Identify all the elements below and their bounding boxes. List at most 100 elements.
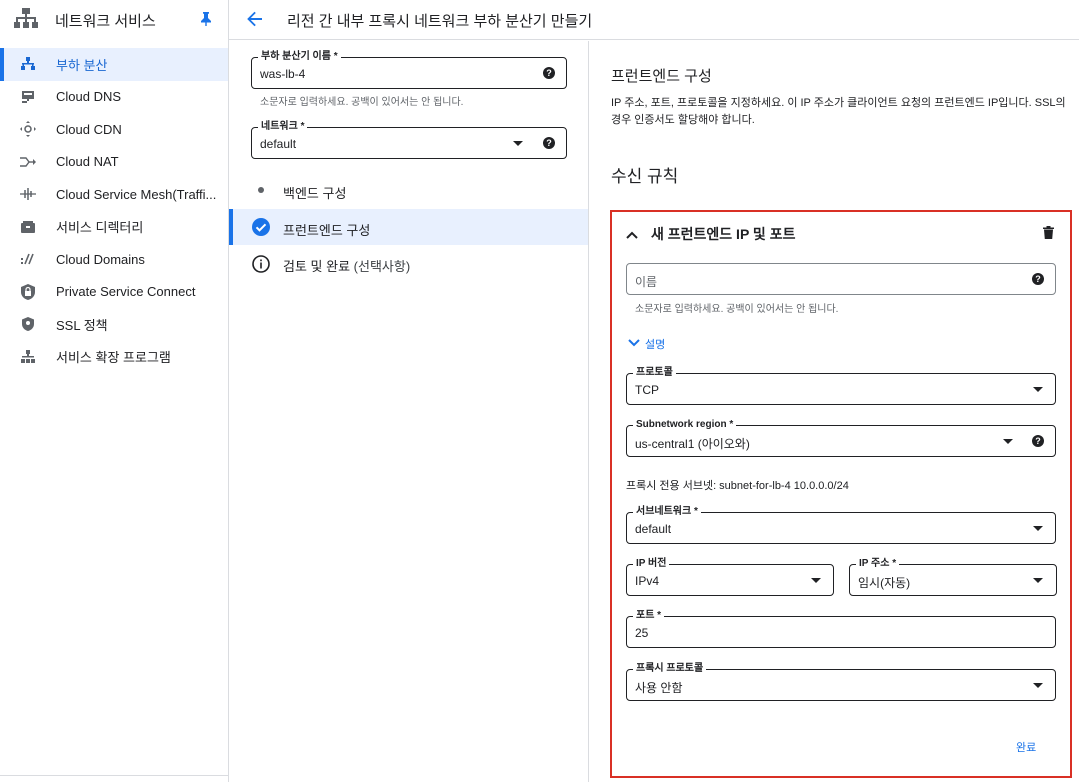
proxy-protocol-label: 프록시 프로토콜 xyxy=(633,663,707,675)
lb-name-label: 부하 분산기 이름 * xyxy=(258,51,341,63)
ip-address-label: IP 주소 * xyxy=(856,558,900,570)
check-circle-icon xyxy=(252,218,270,239)
step-label-suffix: (선택사항) xyxy=(353,259,411,274)
network-services-icon xyxy=(14,7,38,33)
subnetwork-select[interactable]: 서브네트워크 * default xyxy=(626,506,1056,544)
chevron-up-icon[interactable] xyxy=(626,227,638,242)
sidebar-item-service-extensions[interactable]: 서비스 확장 프로그램 xyxy=(0,341,228,374)
step-backend-config[interactable]: 백엔드 구성 xyxy=(229,172,588,208)
sidebar-item-ssl-policy[interactable]: SSL 정책 xyxy=(0,308,228,341)
sidebar-item-label: Cloud Domains xyxy=(56,251,145,267)
proxy-protocol-value: 사용 안함 xyxy=(635,681,683,695)
sidebar-item-service-directory[interactable]: 서비스 디렉터리 xyxy=(0,211,228,244)
info-icon xyxy=(252,255,270,276)
dropdown-caret-icon xyxy=(811,578,821,583)
service-mesh-icon xyxy=(20,186,36,202)
sidebar-item-label: 부하 분산 xyxy=(56,57,108,73)
help-icon[interactable]: ? xyxy=(543,67,555,79)
sidebar-item-service-mesh[interactable]: Cloud Service Mesh(Traffi... xyxy=(0,178,228,211)
ip-version-label: IP 버전 xyxy=(633,558,670,570)
dropdown-caret-icon xyxy=(1033,578,1043,583)
page-header: 리전 간 내부 프록시 네트워크 부하 분산기 만들기 xyxy=(229,0,1079,40)
step-label-main: 검토 및 완료 xyxy=(283,259,351,274)
sidebar-item-label: Cloud Service Mesh(Traffi... xyxy=(56,186,216,202)
region-label: Subnetwork region * xyxy=(633,419,737,431)
ip-version-value: IPv4 xyxy=(635,574,660,588)
frontend-name-hint: 소문자로 입력하세요. 공백이 있어서는 안 됩니다. xyxy=(635,304,839,315)
card-header[interactable]: 새 프런트엔드 IP 및 포트 xyxy=(626,224,795,244)
step-frontend-config[interactable]: 프런트엔드 구성 xyxy=(229,209,588,245)
help-icon[interactable]: ? xyxy=(1032,435,1044,447)
description-toggle[interactable]: 설명 xyxy=(628,336,665,352)
sidebar-item-cloud-dns[interactable]: Cloud DNS xyxy=(0,81,228,114)
dropdown-caret-icon xyxy=(1033,683,1043,688)
service-directory-icon xyxy=(20,219,36,235)
new-frontend-ip-port-card: 새 프런트엔드 IP 및 포트 이름 ? 소문자로 입력하세요. 공백이 있어서… xyxy=(610,210,1072,778)
lb-name-input[interactable]: 부하 분산기 이름 * was-lb-4 ? xyxy=(251,51,567,89)
config-steps-column: 부하 분산기 이름 * was-lb-4 ? 소문자로 입력하세요. 공백이 있… xyxy=(229,41,589,782)
sidebar-item-label: Private Service Connect xyxy=(56,284,196,300)
sidebar: 네트워크 서비스 부하 분산 Cloud DNS Cloud CDN Cloud… xyxy=(0,0,229,782)
ip-address-value: 임시(자동) xyxy=(858,576,911,590)
chevron-down-icon xyxy=(628,338,640,350)
dropdown-caret-icon xyxy=(1033,526,1043,531)
frontend-config-title: 프런트엔드 구성 xyxy=(611,68,712,85)
sidebar-item-label: Cloud NAT xyxy=(56,154,119,170)
load-balancing-icon xyxy=(20,56,36,72)
port-label: 포트 * xyxy=(633,610,665,622)
step-label: 백엔드 구성 xyxy=(283,186,347,201)
network-select[interactable]: 네트워크 * default ? xyxy=(251,121,567,159)
help-icon[interactable]: ? xyxy=(543,137,555,149)
dropdown-caret-icon xyxy=(513,141,523,146)
subnetwork-region-select[interactable]: Subnetwork region * us-central1 (아이오와) ? xyxy=(626,419,1056,457)
frontend-name-placeholder: 이름 xyxy=(635,275,658,289)
private-service-connect-icon xyxy=(20,283,36,300)
protocol-value: TCP xyxy=(635,383,659,397)
sidebar-item-cloud-domains[interactable]: Cloud Domains xyxy=(0,243,228,276)
sidebar-item-cloud-cdn[interactable]: Cloud CDN xyxy=(0,113,228,146)
step-review-finish[interactable]: 검토 및 완료 (선택사항) xyxy=(229,245,588,281)
sidebar-header: 네트워크 서비스 xyxy=(0,0,228,40)
help-icon[interactable]: ? xyxy=(1032,273,1044,285)
protocol-label: 프로토콜 xyxy=(633,367,676,379)
step-label: 검토 및 완료 (선택사항) xyxy=(283,256,410,275)
network-value: default xyxy=(260,137,297,151)
sidebar-item-label: SSL 정책 xyxy=(56,317,108,333)
network-label: 네트워크 * xyxy=(258,121,308,133)
sidebar-item-label: Cloud DNS xyxy=(56,89,122,105)
region-value: us-central1 (아이오와) xyxy=(635,437,750,451)
dropdown-caret-icon xyxy=(1033,387,1043,392)
frontend-config-description: IP 주소, 포트, 프로토콜을 지정하세요. 이 IP 주소가 클라이언트 요… xyxy=(611,97,1066,126)
page-title: 리전 간 내부 프록시 네트워크 부하 분산기 만들기 xyxy=(287,13,593,30)
bullet-icon xyxy=(258,187,264,193)
ip-address-select[interactable]: IP 주소 * 임시(자동) xyxy=(849,558,1057,596)
card-title: 새 프런트엔드 IP 및 포트 xyxy=(651,226,796,242)
cloud-domains-icon xyxy=(20,251,36,267)
ssl-policy-icon xyxy=(20,316,36,332)
pin-icon[interactable] xyxy=(200,12,212,29)
protocol-select[interactable]: 프로토콜 TCP xyxy=(626,367,1056,405)
sidebar-item-load-balancing[interactable]: 부하 분산 xyxy=(0,48,228,81)
sidebar-title: 네트워크 서비스 xyxy=(55,12,156,30)
sidebar-item-private-service-connect[interactable]: Private Service Connect xyxy=(0,276,228,309)
sidebar-divider xyxy=(0,775,228,776)
done-button[interactable]: 완료 xyxy=(1008,735,1044,759)
ip-version-select[interactable]: IP 버전 IPv4 xyxy=(626,558,834,596)
lb-name-hint: 소문자로 입력하세요. 공백이 있어서는 안 됩니다. xyxy=(260,97,464,108)
back-arrow-icon[interactable] xyxy=(246,10,264,31)
proxy-only-subnet-text: 프록시 전용 서브넷: subnet-for-lb-4 10.0.0.0/24 xyxy=(626,480,849,492)
port-input[interactable]: 포트 * 25 xyxy=(626,610,1056,648)
lb-name-value: was-lb-4 xyxy=(260,67,306,81)
dropdown-caret-icon xyxy=(1003,439,1013,444)
sidebar-item-label: 서비스 확장 프로그램 xyxy=(56,350,171,366)
ingress-rules-title: 수신 규칙 xyxy=(611,167,679,186)
frontend-name-input[interactable]: 이름 ? xyxy=(626,263,1056,295)
subnetwork-label: 서브네트워크 * xyxy=(633,506,701,518)
trash-icon[interactable] xyxy=(1043,226,1054,242)
cloud-dns-icon xyxy=(20,89,36,105)
proxy-protocol-select[interactable]: 프록시 프로토콜 사용 안함 xyxy=(626,663,1056,701)
sidebar-item-cloud-nat[interactable]: Cloud NAT xyxy=(0,146,228,179)
sidebar-nav: 부하 분산 Cloud DNS Cloud CDN Cloud NAT Clou… xyxy=(0,48,228,373)
cloud-cdn-icon xyxy=(20,121,36,138)
cloud-nat-icon xyxy=(20,154,36,170)
